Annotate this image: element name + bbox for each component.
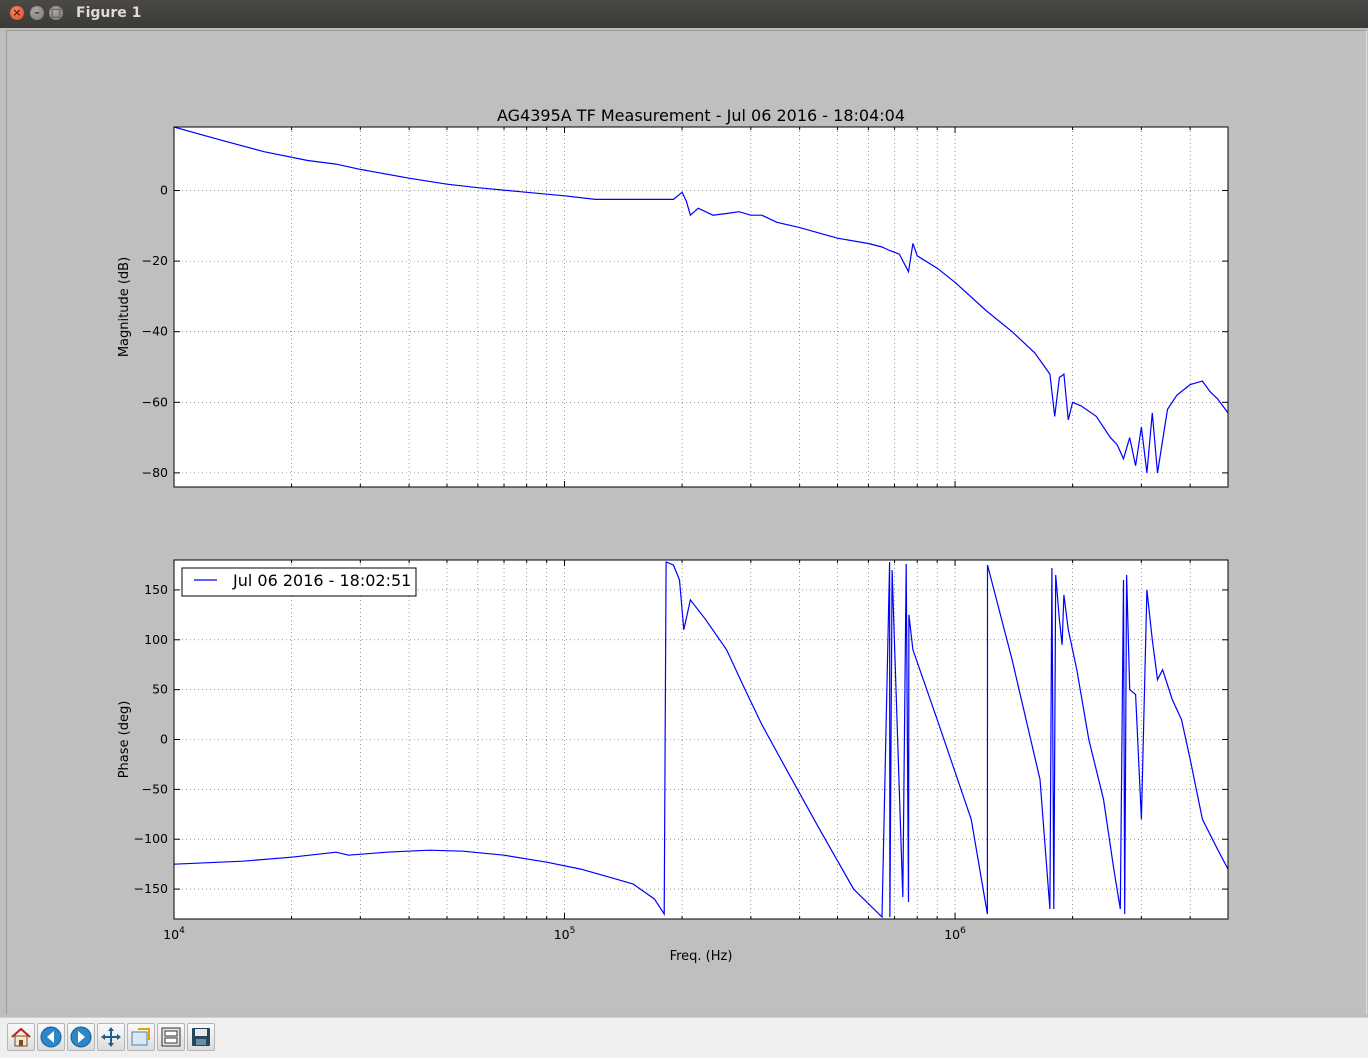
x-tick-label: 106 [944,926,966,942]
window-titlebar: × – □ Figure 1 [0,0,1368,28]
y-tick-label: 50 [152,682,168,697]
x-tick-label: 105 [554,926,576,942]
magnitude-y-axis-label: Magnitude (dB) [117,257,132,357]
forward-button[interactable] [67,1023,95,1051]
home-button[interactable] [7,1023,35,1051]
close-window-button[interactable]: × [10,6,24,20]
chart-title: AG4395A TF Measurement - Jul 06 2016 - 1… [497,106,905,125]
phase-y-axis-label: Phase (deg) [117,701,132,779]
y-tick-label: −50 [142,781,168,796]
frequency-x-axis-label: Freq. (Hz) [670,949,733,964]
pan-icon [101,1027,121,1047]
window-title: Figure 1 [76,5,142,21]
zoom-rect-icon [131,1028,150,1046]
maximize-window-button[interactable]: □ [49,6,63,20]
save-button[interactable] [187,1023,215,1051]
y-tick-label: −80 [142,465,168,480]
zoom-button[interactable] [127,1023,155,1051]
subplots-button[interactable] [157,1023,185,1051]
y-tick-label: 0 [160,183,168,198]
back-button[interactable] [37,1023,65,1051]
pan-button[interactable] [97,1023,125,1051]
magnitude-plot-area[interactable] [174,127,1228,487]
forward-arrow-icon [70,1026,92,1048]
y-tick-label: −100 [134,831,168,846]
y-tick-label: 150 [144,582,168,597]
y-tick-label: 0 [160,732,168,747]
home-icon [11,1027,31,1047]
figure-svg[interactable]: 0 −20 −40 −60 −80 AG4395A TF Measurement - J… [7,31,1366,1014]
legend-entry-label: Jul 06 2016 - 18:02:51 [232,571,411,590]
legend[interactable]: Jul 06 2016 - 18:02:51 [181,567,417,597]
subplots-icon [161,1027,181,1047]
y-tick-label: 100 [144,632,168,647]
y-tick-label: −150 [134,881,168,896]
y-tick-label: −60 [142,394,168,409]
phase-axes[interactable]: 150 100 50 0 −50 −100 −150 104 105 106 Freq. (Hz)… [117,559,1229,964]
x-tick-label: 104 [163,926,185,942]
back-arrow-icon [40,1026,62,1048]
magnitude-axes[interactable]: 0 −20 −40 −60 −80 AG4395A TF Measurement - J… [117,106,1229,488]
y-tick-label: −20 [142,253,168,268]
figure-canvas[interactable]: 0 −20 −40 −60 −80 AG4395A TF Measurement - J… [6,30,1367,1014]
navigation-toolbar [0,1017,1368,1058]
minimize-window-button[interactable]: – [30,6,44,20]
y-tick-label: −40 [142,324,168,339]
save-icon [192,1028,210,1046]
